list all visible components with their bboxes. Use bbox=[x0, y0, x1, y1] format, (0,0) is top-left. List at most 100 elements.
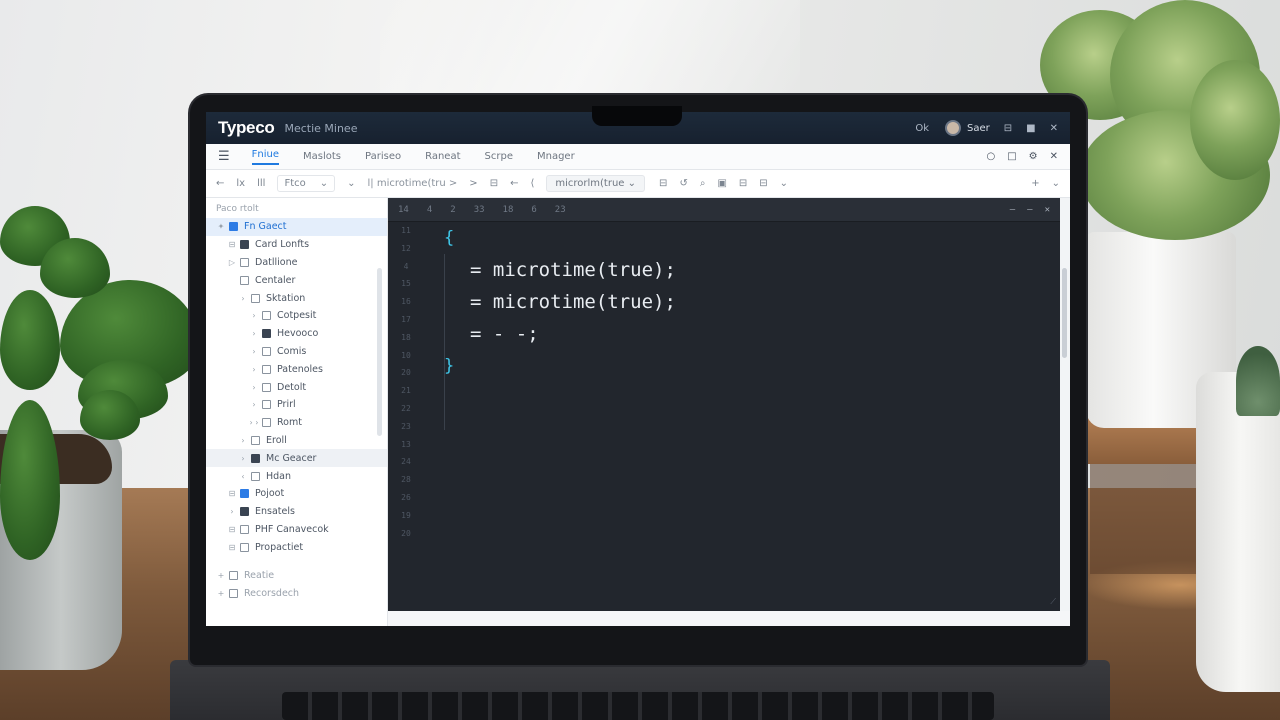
editor-tab[interactable]: 2 bbox=[450, 205, 455, 215]
close-icon[interactable]: ✕ bbox=[1050, 123, 1058, 134]
minimize-icon[interactable]: ⊟ bbox=[1004, 123, 1012, 134]
resize-handle-icon[interactable]: ⟋ bbox=[1050, 597, 1056, 607]
tree-item[interactable]: › Cotpesit bbox=[206, 307, 387, 325]
back-arrow-icon[interactable]: ← bbox=[510, 178, 518, 189]
tree-chevron-icon[interactable]: › › bbox=[249, 418, 259, 427]
ok-button[interactable]: Ok bbox=[915, 123, 929, 134]
tree-item[interactable]: › Sktation bbox=[206, 289, 387, 307]
tree-item[interactable]: ⊟ PHF Canavecok bbox=[206, 521, 387, 539]
tree-chevron-icon[interactable]: ⊟ bbox=[227, 525, 237, 534]
tree-chevron-icon[interactable]: › bbox=[249, 329, 259, 338]
chevron-down-icon[interactable]: ⌄ bbox=[780, 178, 788, 189]
tree-item[interactable]: › Ensatels bbox=[206, 503, 387, 521]
tree-chevron-icon[interactable]: ⊟ bbox=[227, 489, 237, 498]
tree-item-label: Datllione bbox=[255, 256, 298, 268]
export-icon[interactable]: ⊟ bbox=[659, 178, 667, 189]
add-icon[interactable]: + bbox=[216, 589, 226, 598]
tree-item[interactable]: › Detolt bbox=[206, 378, 387, 396]
save-icon[interactable]: ⊟ bbox=[739, 178, 747, 189]
restore-icon[interactable]: — bbox=[1027, 205, 1032, 215]
file-tab[interactable]: microrlm(true ⌄ bbox=[546, 175, 646, 192]
file-icon[interactable]: ⊟ bbox=[490, 178, 498, 189]
tree-item[interactable]: › Patenoles bbox=[206, 360, 387, 378]
tree-chevron-icon[interactable]: › bbox=[238, 454, 248, 463]
tree-item[interactable]: › Mc Geacer bbox=[206, 449, 387, 468]
tree-item[interactable]: ⊟ Card Lonfts bbox=[206, 236, 387, 254]
menu-item-scrpe[interactable]: Scrpe bbox=[485, 151, 513, 162]
tree-item[interactable]: › Eroll bbox=[206, 432, 387, 450]
tree-chevron-icon[interactable]: › bbox=[249, 400, 259, 409]
add-icon[interactable]: + bbox=[1031, 178, 1039, 189]
back-arrow-icon[interactable]: ← bbox=[216, 178, 224, 189]
tree-chevron-icon[interactable]: › bbox=[238, 294, 248, 303]
refresh-icon[interactable]: ↺ bbox=[679, 178, 687, 189]
tree-chevron-icon[interactable]: ⊟ bbox=[227, 240, 237, 249]
menu-item-mnager[interactable]: Mnager bbox=[537, 151, 575, 162]
code-line[interactable]: = - -; bbox=[444, 318, 1044, 350]
menu-item-maslots[interactable]: Maslots bbox=[303, 151, 341, 162]
editor-scrollbar[interactable] bbox=[1060, 198, 1070, 611]
avatar[interactable] bbox=[945, 120, 962, 136]
tree-chevron-icon[interactable]: › bbox=[249, 347, 259, 356]
window-icon[interactable]: □ bbox=[1007, 151, 1016, 162]
tree-item[interactable]: Centaler bbox=[206, 271, 387, 289]
breadcrumb[interactable]: l| microtime(tru > bbox=[368, 178, 458, 189]
user-name[interactable]: Saer bbox=[967, 123, 990, 134]
close-icon[interactable]: ✕ bbox=[1050, 151, 1058, 162]
tree-item[interactable]: + Recorsdech bbox=[206, 585, 388, 603]
tree-item[interactable]: ‹ Hdan bbox=[206, 467, 387, 485]
menu-item-pariseo[interactable]: Pariseo bbox=[365, 151, 401, 162]
tree-chevron-icon[interactable]: › bbox=[249, 383, 259, 392]
clipboard-icon[interactable]: ⊟ bbox=[759, 178, 767, 189]
editor-tab[interactable]: 33 bbox=[474, 205, 485, 215]
editor-tab[interactable]: 18 bbox=[503, 205, 514, 215]
tree-item[interactable]: › › Romt bbox=[206, 414, 387, 432]
tree-item[interactable]: ✦ Fn Gaect bbox=[206, 218, 387, 236]
close-icon[interactable]: ✕ bbox=[1045, 205, 1050, 215]
editor-tab[interactable]: 23 bbox=[555, 205, 566, 215]
maximize-icon[interactable]: ■ bbox=[1026, 123, 1035, 134]
tree-item[interactable]: ⊟ Pojoot bbox=[206, 485, 387, 503]
tree-chevron-icon[interactable]: ⊟ bbox=[227, 543, 237, 552]
sidebar-scrollbar[interactable] bbox=[377, 268, 382, 436]
code-line[interactable]: = microtime(true); bbox=[444, 254, 1044, 286]
menu-item-raneat[interactable]: Raneat bbox=[425, 151, 460, 162]
chevron-left-icon[interactable]: ⟨ bbox=[530, 178, 534, 189]
editor-tab[interactable]: 6 bbox=[531, 205, 536, 215]
menu-item-fniue[interactable]: Fniue bbox=[251, 149, 280, 165]
gear-icon[interactable]: ⚙ bbox=[1029, 151, 1038, 162]
search-icon[interactable]: ○ bbox=[986, 151, 995, 162]
scrollbar-thumb[interactable] bbox=[1062, 268, 1067, 358]
tree-item[interactable]: › Comis bbox=[206, 343, 387, 361]
code-line[interactable]: { bbox=[444, 222, 1044, 254]
tree-chevron-icon[interactable]: › bbox=[249, 365, 259, 374]
toolbar-tool[interactable]: lx bbox=[236, 178, 245, 189]
search-icon[interactable]: ⌕ bbox=[700, 178, 706, 189]
code-editor[interactable]: 14 4 2 33 18 6 23 — — ✕ 11 12 4 15 16 17 18 10 2… bbox=[388, 198, 1060, 611]
chevron-down-icon[interactable]: ⌄ bbox=[347, 178, 355, 189]
tree-item[interactable]: › Prirl bbox=[206, 396, 387, 414]
hamburger-icon[interactable]: ☰ bbox=[218, 149, 230, 164]
tree-item[interactable]: ▷ Datllione bbox=[206, 254, 387, 272]
chevron-right-icon[interactable]: > bbox=[469, 178, 477, 189]
tree-chevron-icon[interactable]: › bbox=[249, 311, 259, 320]
tree-chevron-icon[interactable]: ▷ bbox=[227, 258, 237, 267]
tree-chevron-icon[interactable]: ‹ bbox=[238, 472, 248, 481]
editor-tab[interactable]: 4 bbox=[427, 205, 432, 215]
tree-item[interactable]: › Hevooco bbox=[206, 325, 387, 343]
code-line[interactable]: } bbox=[444, 350, 1044, 382]
minimize-icon[interactable]: — bbox=[1010, 205, 1015, 215]
add-icon[interactable]: + bbox=[216, 571, 226, 580]
editor-tab[interactable]: 14 bbox=[398, 205, 409, 215]
toolbar-tool[interactable]: lll bbox=[257, 178, 265, 189]
tree-item[interactable]: + Reatie bbox=[206, 567, 388, 585]
code-area[interactable]: {= microtime(true); = microtime(true); = -… bbox=[444, 222, 1044, 611]
lock-icon[interactable]: ▣ bbox=[717, 178, 726, 189]
tree-chevron-icon[interactable]: › bbox=[238, 436, 248, 445]
tree-chevron-icon[interactable]: › bbox=[227, 507, 237, 516]
tree-item[interactable]: ⊟ Propactiet bbox=[206, 538, 387, 556]
code-line[interactable]: = microtime(true); bbox=[444, 286, 1044, 318]
chevron-down-icon[interactable]: ⌄ bbox=[1052, 178, 1060, 189]
tree-chevron-icon[interactable]: ✦ bbox=[216, 222, 226, 231]
toolbar-dropdown[interactable]: Ftco ⌄ bbox=[277, 175, 336, 192]
